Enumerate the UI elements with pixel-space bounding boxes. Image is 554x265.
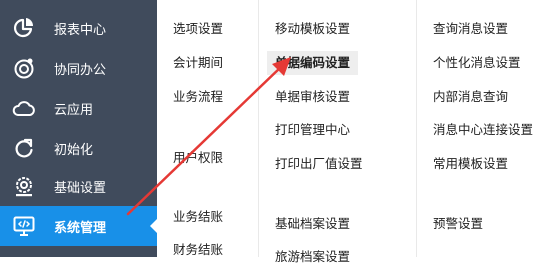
annotation-arrow	[126, 57, 291, 216]
